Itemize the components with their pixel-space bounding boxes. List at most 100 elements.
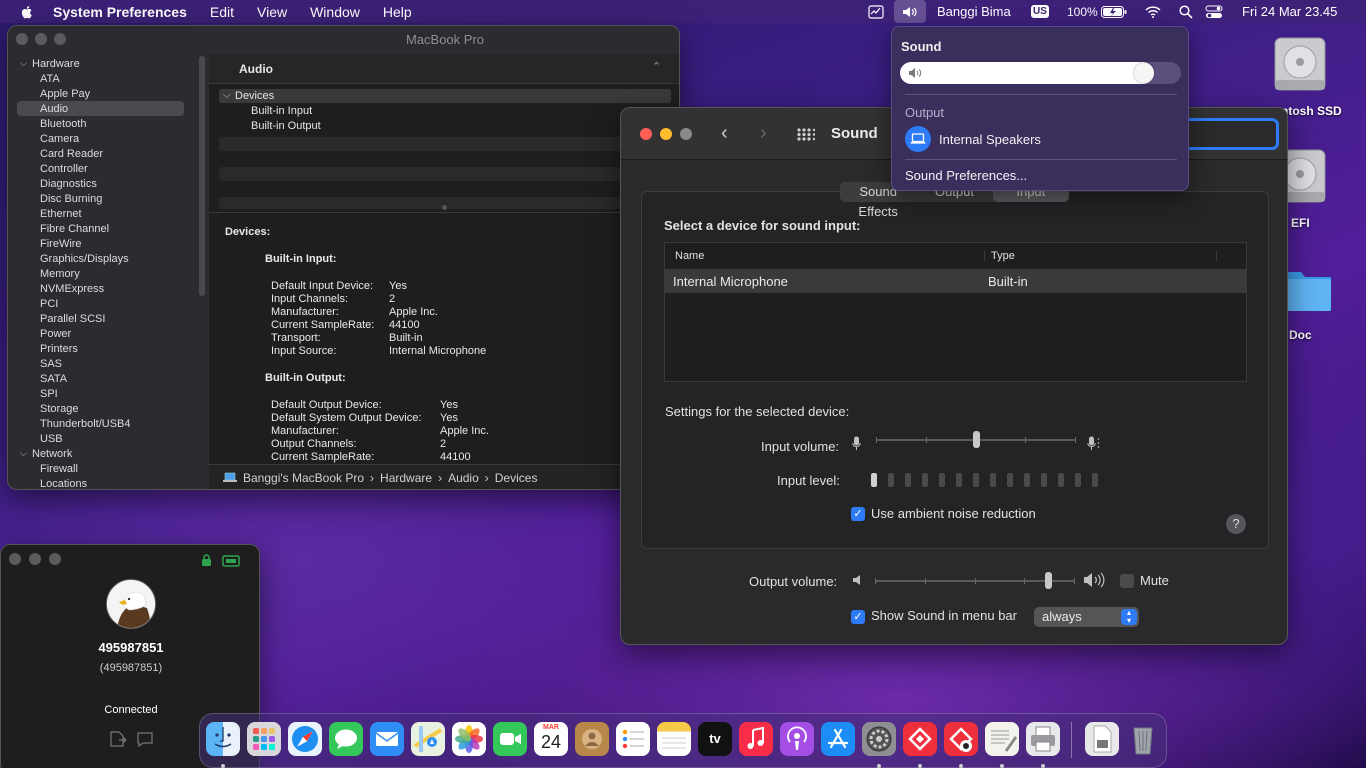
app-store-icon[interactable] [821, 722, 855, 756]
sidebar-item[interactable]: Thunderbolt/USB4 [40, 416, 131, 431]
hard-drive-icon[interactable] [1271, 34, 1329, 97]
show-in-menubar-label[interactable]: Show Sound in menu bar [871, 608, 1017, 623]
sidebar-group[interactable]: ⌵ Hardware [20, 56, 80, 71]
tree-row-output[interactable]: Built-in Output [219, 119, 671, 133]
sidebar-item[interactable]: USB [40, 431, 63, 446]
show-in-menubar-checkbox[interactable]: ✓ [851, 610, 865, 624]
sidebar-item[interactable]: Apple Pay [40, 86, 90, 101]
sidebar-item[interactable]: Fibre Channel [40, 221, 109, 236]
desktop-icon-label-doc[interactable]: Doc [1289, 328, 1312, 342]
sidebar-item[interactable]: Camera [40, 131, 79, 146]
menu-window[interactable]: Window [310, 4, 360, 20]
column-type[interactable]: Type [985, 250, 1217, 262]
disclosure-open-icon[interactable]: ⌵ [20, 448, 32, 459]
laptop-output-icon[interactable] [905, 126, 931, 152]
spotlight-search-icon[interactable] [1179, 0, 1193, 23]
sidebar-item[interactable]: Firewall [40, 461, 78, 476]
notes-icon[interactable] [657, 722, 691, 756]
noise-reduction-checkbox[interactable]: ✓ [851, 507, 865, 521]
output-volume-slider[interactable] [875, 572, 1075, 590]
show-mode-popup[interactable]: always ▴ ▾ [1034, 607, 1139, 627]
folder-icon[interactable] [1281, 262, 1333, 319]
zoom-button[interactable] [49, 553, 61, 565]
close-button[interactable] [16, 33, 28, 45]
sidebar-item[interactable]: Parallel SCSI [40, 311, 105, 326]
reminders-icon[interactable] [616, 722, 650, 756]
tree-row-input[interactable]: Built-in Input [219, 104, 671, 118]
path-item[interactable]: Devices [495, 471, 538, 485]
sidebar-item[interactable]: Graphics/Displays [40, 251, 129, 266]
forward-button[interactable]: › [760, 122, 767, 145]
slider-knob[interactable] [1045, 572, 1052, 589]
menu-help[interactable]: Help [383, 4, 412, 20]
facetime-icon[interactable] [493, 722, 527, 756]
path-item[interactable]: Banggi's MacBook Pro [243, 471, 364, 485]
sidebar-item[interactable]: Printers [40, 341, 78, 356]
tree-row-devices[interactable]: ⌵ Devices [219, 89, 671, 103]
desktop-icon-label-ssd[interactable]: ntosh SSD [1281, 104, 1342, 118]
sidebar-scrollbar[interactable] [199, 56, 205, 296]
music-icon[interactable] [739, 722, 773, 756]
sidebar-item[interactable]: Audio [17, 101, 184, 116]
menu-edit[interactable]: Edit [210, 4, 234, 20]
search-field[interactable] [1181, 118, 1279, 150]
activity-icon[interactable] [868, 0, 884, 23]
minimize-button[interactable] [35, 33, 47, 45]
sidebar-item[interactable]: Storage [40, 401, 79, 416]
sound-volume-slider[interactable] [900, 62, 1181, 84]
back-button[interactable]: ‹ [721, 122, 728, 145]
close-button[interactable] [640, 128, 652, 140]
user-name[interactable]: Banggi Bima [937, 0, 1011, 23]
anydesk-alt-icon[interactable] [944, 722, 978, 756]
minimize-button[interactable] [660, 128, 672, 140]
sidebar-item[interactable]: ATA [40, 71, 60, 86]
sidebar-item[interactable]: SATA [40, 371, 67, 386]
slider-knob[interactable] [973, 431, 980, 448]
lock-icon[interactable] [201, 554, 212, 570]
maps-icon[interactable] [411, 722, 445, 756]
zoom-button[interactable] [680, 128, 692, 140]
input-source-badge[interactable]: US [1031, 5, 1049, 18]
sidebar-item[interactable]: SPI [40, 386, 58, 401]
mute-label[interactable]: Mute [1140, 573, 1169, 588]
section-header[interactable]: Audio [239, 62, 273, 76]
show-all-grid-icon[interactable] [797, 128, 816, 144]
mail-icon[interactable] [370, 722, 404, 756]
control-center-icon[interactable] [1205, 0, 1223, 23]
menu-app-name[interactable]: System Preferences [53, 4, 187, 20]
table-row[interactable]: Internal Microphone Built-in [665, 270, 1246, 293]
sidebar-item[interactable]: NVMExpress [40, 281, 104, 296]
finder-icon[interactable] [206, 722, 240, 756]
apple-tv-icon[interactable]: tv [698, 722, 732, 756]
wifi-icon[interactable] [1145, 0, 1161, 23]
sidebar-item[interactable]: Memory [40, 266, 80, 281]
noise-reduction-label[interactable]: Use ambient noise reduction [871, 506, 1036, 521]
battery-percent[interactable]: 100% [1067, 0, 1098, 23]
sidebar-item[interactable]: Ethernet [40, 206, 82, 221]
column-name[interactable]: Name [665, 250, 985, 262]
chat-icon[interactable] [137, 732, 153, 750]
clock[interactable]: Fri 24 Mar 23.45 [1242, 0, 1337, 23]
podcasts-icon[interactable] [780, 722, 814, 756]
disclosure-open-icon[interactable]: ⌵ [223, 89, 231, 103]
printer-icon[interactable] [1026, 722, 1060, 756]
split-handle[interactable] [442, 205, 447, 210]
system-preferences-icon[interactable] [862, 722, 896, 756]
minimize-button[interactable] [29, 553, 41, 565]
volume-knob[interactable] [1134, 63, 1154, 83]
output-device-name[interactable]: Internal Speakers [939, 132, 1041, 147]
contacts-icon[interactable] [575, 722, 609, 756]
sidebar-item[interactable]: SAS [40, 356, 62, 371]
close-button[interactable] [9, 553, 21, 565]
photos-icon[interactable] [452, 722, 486, 756]
desktop-icon-label-efi[interactable]: EFI [1291, 216, 1310, 230]
path-item[interactable]: Audio [448, 471, 479, 485]
sidebar-item[interactable]: PCI [40, 296, 58, 311]
sidebar-item[interactable]: Disc Burning [40, 191, 102, 206]
screen-share-icon[interactable] [222, 555, 240, 571]
script-editor-icon[interactable] [985, 722, 1019, 756]
sidebar-item[interactable]: FireWire [40, 236, 82, 251]
sidebar-item[interactable]: Locations [40, 476, 87, 490]
sound-preferences-link[interactable]: Sound Preferences... [905, 168, 1027, 183]
messages-icon[interactable] [329, 722, 363, 756]
